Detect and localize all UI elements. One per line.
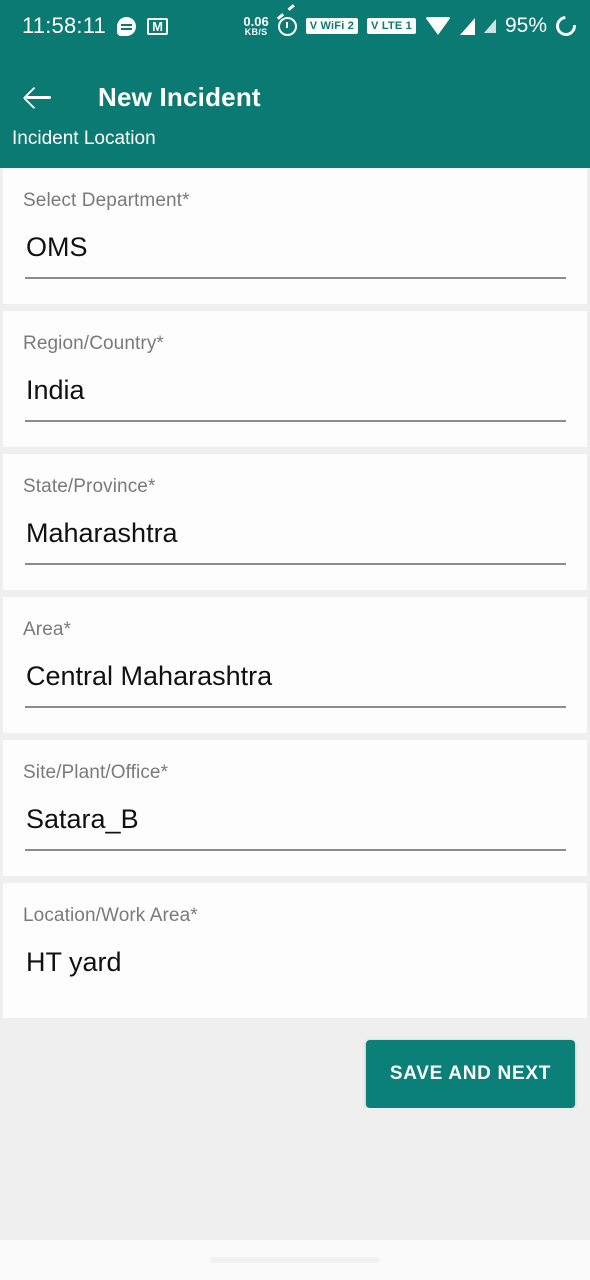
field-label: Site/Plant/Office* — [23, 762, 169, 783]
app-bar-top-row: New Incident — [0, 66, 590, 128]
message-bubble-icon — [116, 16, 136, 36]
field-value: India — [26, 375, 85, 405]
status-bar-right-group: 0.06 KB/S V WiFi 2 V LTE 1 95% — [243, 11, 581, 41]
system-navigation-bar — [0, 1240, 590, 1280]
field-value: OMS — [26, 232, 88, 262]
back-arrow-icon[interactable] — [22, 80, 56, 114]
wifi-icon — [424, 17, 451, 35]
battery-percent-label: 95% — [504, 14, 547, 37]
save-and-next-button[interactable]: SAVE AND NEXT — [365, 1040, 575, 1108]
field-card-location-work-area[interactable]: Location/Work Area* HT yard — [3, 883, 587, 1018]
field-card-state-province[interactable]: State/Province* Maharashtra — [3, 454, 587, 590]
vowifi-badge: V WiFi 2 — [305, 18, 359, 34]
field-value: Maharashtra — [26, 518, 178, 548]
field-card-select-department[interactable]: Select Department* OMS — [3, 168, 587, 304]
cellular-signal-icon-1 — [459, 17, 475, 35]
network-speed-unit: KB/S — [244, 27, 268, 37]
field-underline — [25, 563, 566, 565]
field-underline — [25, 420, 566, 422]
app-bar: New Incident Incident Location — [0, 52, 590, 168]
field-label: Area* — [23, 619, 72, 640]
field-label: Select Department* — [23, 190, 190, 211]
page-title: New Incident — [98, 81, 261, 112]
battery-circle-icon — [551, 11, 581, 41]
field-label: State/Province* — [23, 476, 156, 497]
field-value: Satara_B — [26, 804, 139, 834]
field-value: Central Maharashtra — [26, 661, 273, 691]
phone-screen: 11:58:11 0.06 KB/S V WiFi 2 V LTE 1 95% … — [0, 0, 590, 1280]
field-label: Location/Work Area* — [23, 905, 198, 926]
alarm-clock-icon — [277, 16, 297, 36]
field-card-site-plant-office[interactable]: Site/Plant/Office* Satara_B — [3, 740, 587, 876]
field-card-region-country[interactable]: Region/Country* India — [3, 311, 587, 447]
field-card-area[interactable]: Area* Central Maharashtra — [3, 597, 587, 733]
field-underline — [25, 277, 566, 279]
gesture-home-pill[interactable] — [210, 1257, 380, 1263]
cellular-signal-icon-2 — [483, 19, 496, 33]
form-content: Select Department* OMS Region/Country* I… — [0, 168, 590, 1240]
status-bar: 11:58:11 0.06 KB/S V WiFi 2 V LTE 1 95% — [0, 0, 590, 52]
content-filler — [0, 1108, 590, 1240]
status-clock: 11:58:11 — [22, 13, 106, 38]
action-row: SAVE AND NEXT — [0, 1025, 590, 1108]
section-subtitle: Incident Location — [12, 128, 156, 149]
gmail-icon — [146, 17, 168, 35]
field-underline — [25, 849, 566, 851]
field-label: Region/Country* — [23, 333, 164, 354]
network-speed-indicator: 0.06 KB/S — [243, 15, 268, 37]
field-underline — [25, 706, 566, 708]
volte-badge: V LTE 1 — [367, 18, 416, 34]
status-bar-left-group: 11:58:11 — [22, 13, 168, 39]
field-value: HT yard — [26, 947, 122, 977]
